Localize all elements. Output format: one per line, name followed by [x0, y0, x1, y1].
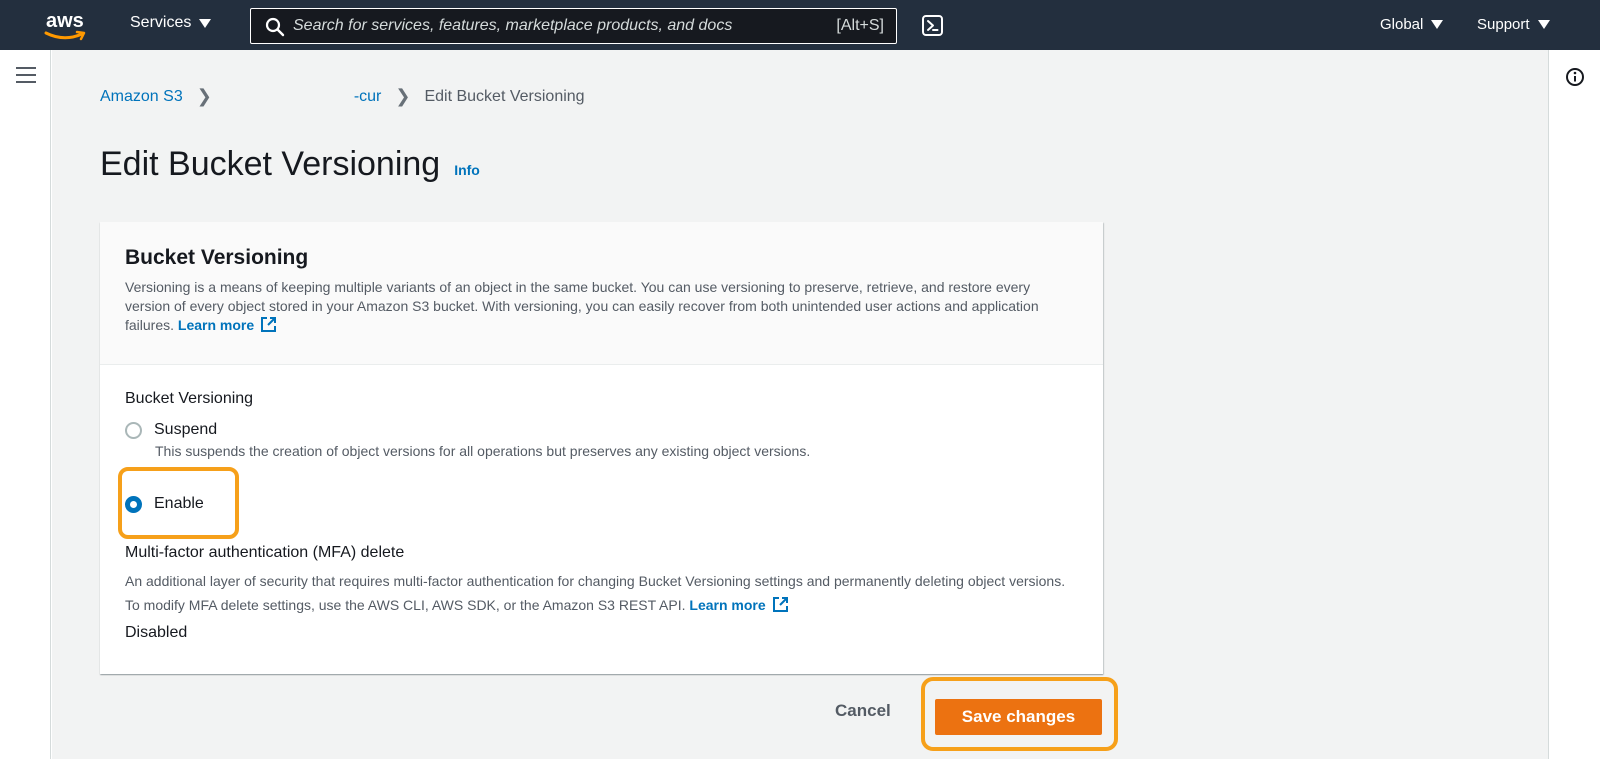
global-label: Global [1380, 16, 1424, 33]
services-label: Services [130, 14, 192, 31]
services-menu[interactable]: Services [130, 14, 212, 32]
mfa-learn-more-link[interactable]: Learn more [689, 597, 788, 613]
suspend-radio[interactable] [125, 421, 142, 439]
panel-description: Versioning is a means of keeping multipl… [125, 278, 1075, 335]
breadcrumb-current: Edit Bucket Versioning [424, 87, 585, 105]
search-input[interactable] [293, 13, 813, 39]
chevron-right-icon: ❯ [196, 86, 212, 106]
caret-down-icon [1537, 20, 1550, 29]
external-link-icon [261, 317, 277, 332]
enable-highlight [118, 467, 239, 539]
save-changes-button[interactable]: Save changes [935, 699, 1102, 735]
page-header: Edit Bucket Versioning Info [100, 145, 480, 184]
chevron-right-icon: ❯ [395, 86, 411, 106]
caret-down-icon [1431, 20, 1444, 29]
suspend-label: Suspend [154, 421, 218, 438]
caret-down-icon [199, 18, 212, 28]
bucket-versioning-panel: Bucket Versioning Versioning is a means … [100, 222, 1103, 674]
right-rail [1548, 50, 1600, 759]
region-menu[interactable]: Global [1380, 16, 1444, 33]
support-label: Support [1477, 16, 1530, 33]
cloudshell-icon[interactable] [922, 15, 943, 36]
aws-logo[interactable]: aws [44, 8, 90, 42]
mfa-delete-value: Disabled [125, 624, 188, 641]
search-shortcut: [Alt+S] [836, 17, 884, 34]
left-rail [0, 50, 51, 759]
aws-smile-icon [44, 30, 86, 41]
breadcrumb: Amazon S3 ❯ -cur ❯ Edit Bucket Versionin… [100, 86, 585, 107]
main-content: Amazon S3 ❯ -cur ❯ Edit Bucket Versionin… [52, 50, 1548, 759]
suspend-description: This suspends the creation of object ver… [155, 443, 811, 459]
panel-header: Bucket Versioning Versioning is a means … [100, 222, 1103, 365]
cancel-button[interactable]: Cancel [835, 701, 891, 721]
search-icon [265, 17, 285, 37]
breadcrumb-amazon-s3[interactable]: Amazon S3 [100, 88, 183, 106]
versioning-field-label: Bucket Versioning [125, 390, 254, 407]
info-link[interactable]: Info [454, 162, 480, 178]
menu-icon[interactable] [16, 67, 36, 83]
page-title: Edit Bucket Versioning [100, 145, 441, 183]
support-menu[interactable]: Support [1477, 16, 1550, 33]
search-box[interactable]: [Alt+S] [250, 8, 897, 44]
mfa-description-text: An additional layer of security that req… [125, 573, 1066, 613]
external-link-icon [772, 597, 788, 612]
mfa-delete-label: Multi-factor authentication (MFA) delete [125, 544, 405, 561]
suspend-option[interactable]: Suspend [125, 421, 217, 439]
breadcrumb-bucket[interactable]: -cur [354, 88, 382, 106]
info-icon[interactable] [1565, 67, 1585, 87]
top-navigation: aws Services [Alt+S] Global Support [0, 0, 1600, 50]
panel-title: Bucket Versioning [125, 246, 309, 269]
learn-more-link[interactable]: Learn more [178, 317, 277, 333]
mfa-delete-description: An additional layer of security that req… [125, 569, 1075, 617]
